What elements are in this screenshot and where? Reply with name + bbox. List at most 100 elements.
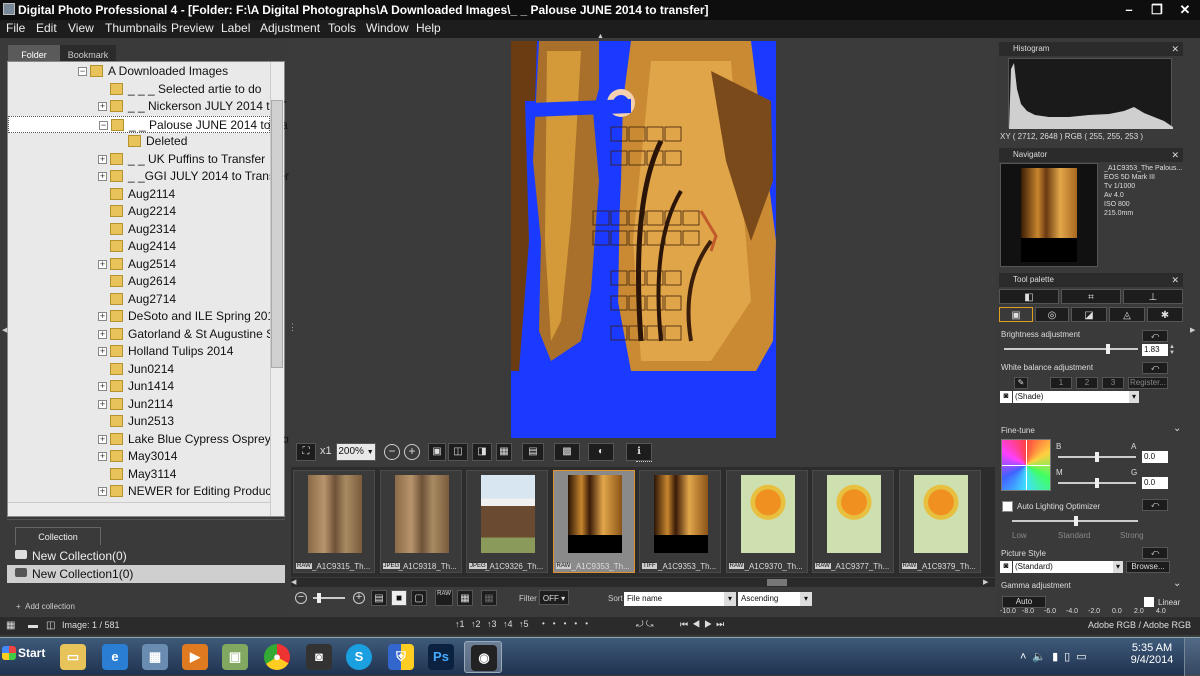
tree-item[interactable]: Aug2714 <box>8 291 270 308</box>
thumbnail-view-icon[interactable]: ■ <box>391 590 407 606</box>
ungroup-icon[interactable]: ▦ <box>481 590 497 606</box>
label-dots[interactable]: ••••• <box>542 619 626 631</box>
photo-viewer-taskbar-icon[interactable]: ▣ <box>216 641 254 673</box>
wb-reset-icon[interactable]: ⤺ <box>1142 362 1168 374</box>
browse-button[interactable]: Browse... <box>1126 561 1170 573</box>
expand-icon[interactable]: + <box>98 487 107 496</box>
menu-file[interactable]: File <box>6 21 25 35</box>
split-icon[interactable]: ◫ <box>46 620 58 632</box>
expand-icon[interactable]: + <box>98 259 107 269</box>
brightness-reset-icon[interactable]: ⤺ <box>1142 330 1168 342</box>
zoom-in-icon[interactable]: + <box>404 444 420 460</box>
color-icon[interactable]: ◪ <box>1071 307 1107 322</box>
single-icon[interactable]: ▬ <box>28 620 40 632</box>
expand-icon[interactable]: + <box>98 154 107 164</box>
close-icon[interactable]: ✕ <box>1171 273 1179 287</box>
collapse-icon[interactable]: − <box>99 120 108 130</box>
af-points-icon[interactable]: ▤ <box>522 443 544 461</box>
tree-item[interactable]: Aug2314 <box>8 221 270 238</box>
thumbnail-card[interactable]: JPEG _A1C9326_Th... <box>466 470 548 573</box>
menu-preview[interactable]: Preview <box>171 21 214 35</box>
rating-5[interactable]: ↑5 <box>519 619 529 629</box>
grid-icon[interactable]: ▦ <box>6 620 18 632</box>
spinner-icon[interactable]: ▲ ▼ <box>1169 344 1175 356</box>
ba-slider-handle[interactable] <box>1095 452 1099 462</box>
settings-gear-icon[interactable]: ✱ <box>1147 307 1183 322</box>
rating-3[interactable]: ↑3 <box>487 619 497 629</box>
expand-icon[interactable]: + <box>98 347 107 356</box>
slider-handle[interactable] <box>317 593 321 603</box>
security-shield-icon[interactable]: ⛨ <box>382 641 420 673</box>
scroll-right-icon[interactable]: ▶ <box>983 578 992 587</box>
close-icon[interactable]: ✕ <box>1171 42 1179 56</box>
expand-icon[interactable]: + <box>98 382 107 391</box>
tree-item[interactable]: + DeSoto and ILE Spring 2014 <box>8 308 281 325</box>
add-collection-button[interactable]: + Add collection <box>16 602 75 611</box>
wb-preset-3[interactable]: 3 <box>1102 377 1124 389</box>
tree-item[interactable]: + Holland Tulips 2014 <box>8 343 270 360</box>
show-desktop-button[interactable] <box>1184 638 1200 676</box>
menu-label[interactable]: Label <box>221 21 250 35</box>
clock[interactable]: 5:35 AM 9/4/2014 <box>1126 642 1178 666</box>
collapse-icon[interactable]: − <box>78 67 87 76</box>
mg-value[interactable]: 0.0 <box>1142 477 1168 489</box>
thumbnail-card[interactable]: TIFF _A1C9353_Th... <box>639 470 721 573</box>
expand-icon[interactable]: + <box>98 102 107 111</box>
rotate-icon[interactable]: ⤾ ⤿ <box>636 619 668 630</box>
collapse-section-icon[interactable]: ⌄ <box>1173 578 1181 589</box>
tree-item[interactable]: + May3014 <box>8 448 270 465</box>
tree-item[interactable]: − A Downloaded Images <box>8 63 270 80</box>
zoom-out-icon[interactable]: − <box>384 444 400 460</box>
tree-scroll-thumb[interactable] <box>271 100 283 368</box>
tree-item[interactable]: Aug2214 <box>8 203 270 220</box>
expand-icon[interactable]: + <box>98 399 107 409</box>
tree-item[interactable]: May3114 <box>8 466 270 483</box>
tool-compare-icon[interactable]: ◧ <box>999 289 1059 304</box>
brightness-value[interactable]: 1.83 <box>1142 344 1168 356</box>
splitter-handle-icon[interactable]: ⋮ <box>288 322 297 333</box>
wb-register-button[interactable]: Register... <box>1128 377 1168 389</box>
menu-help[interactable]: Help <box>416 21 441 35</box>
tree-item[interactable]: Aug2114 <box>8 186 270 203</box>
raw-jpeg-pair-icon[interactable]: RAW <box>435 590 453 606</box>
skype-taskbar-icon[interactable]: S <box>340 641 378 673</box>
collapse-left-icon[interactable]: ◀ <box>2 326 7 334</box>
tree-item[interactable]: + Jun2114 <box>8 396 270 413</box>
tab-collection[interactable]: Collection <box>15 527 101 545</box>
tree-horizontal-scrollbar[interactable] <box>8 502 270 516</box>
brightness-slider-handle[interactable] <box>1106 344 1110 354</box>
wb-preset-1[interactable]: 1 <box>1050 377 1072 389</box>
photoshop-taskbar-icon[interactable]: Ps <box>422 641 460 673</box>
info-icon[interactable]: ℹ <box>626 443 652 461</box>
tree-item[interactable]: + Gatorland & St Augustine Sp <box>8 326 281 343</box>
expand-icon[interactable]: + <box>98 329 107 339</box>
expand-icon[interactable]: + <box>98 434 107 444</box>
actual-size-button[interactable]: x1 <box>320 445 332 457</box>
grid-view-icon[interactable]: ▦ <box>496 443 512 461</box>
rating-1[interactable]: ↑1 <box>455 619 465 629</box>
image-preview[interactable] <box>511 41 776 438</box>
color-wheel[interactable] <box>1001 439 1051 491</box>
wb-select[interactable]: (Shade) ▾ <box>1013 391 1139 403</box>
expand-icon[interactable]: + <box>98 452 107 461</box>
scroll-left-icon[interactable]: ◀ <box>291 578 300 587</box>
alo-checkbox[interactable] <box>1002 501 1013 512</box>
wb-preset-2[interactable]: 2 <box>1076 377 1098 389</box>
alo-reset-icon[interactable]: ⤺ <box>1142 499 1168 511</box>
highlight-warning-icon[interactable]: ▩ <box>554 443 580 461</box>
explorer-taskbar-icon[interactable]: ▭ <box>54 641 92 673</box>
camera-taskbar-icon[interactable]: ◙ <box>300 641 338 673</box>
linear-checkbox[interactable] <box>1144 597 1154 607</box>
thumbnail-card[interactable]: RAW _A1C9377_Th... <box>812 470 894 573</box>
collapse-top-icon[interactable]: ▲ <box>597 33 604 40</box>
crop-icon[interactable]: ⌗ <box>1061 289 1121 304</box>
tree-item[interactable]: Deleted <box>8 133 270 150</box>
tree-item[interactable]: _ _ _ Selected artie to do <box>8 81 270 98</box>
menu-edit[interactable]: Edit <box>36 21 57 35</box>
filmstrip-splitter[interactable] <box>636 461 652 465</box>
picture-style-select[interactable]: (Standard) ▾ <box>1013 561 1123 573</box>
collection-item-selected[interactable]: New Collection1(0) <box>7 565 285 583</box>
collapse-right-icon[interactable]: ▶ <box>1190 326 1195 334</box>
ba-value[interactable]: 0.0 <box>1142 451 1168 463</box>
single-view-icon[interactable]: ▣ <box>428 443 446 461</box>
